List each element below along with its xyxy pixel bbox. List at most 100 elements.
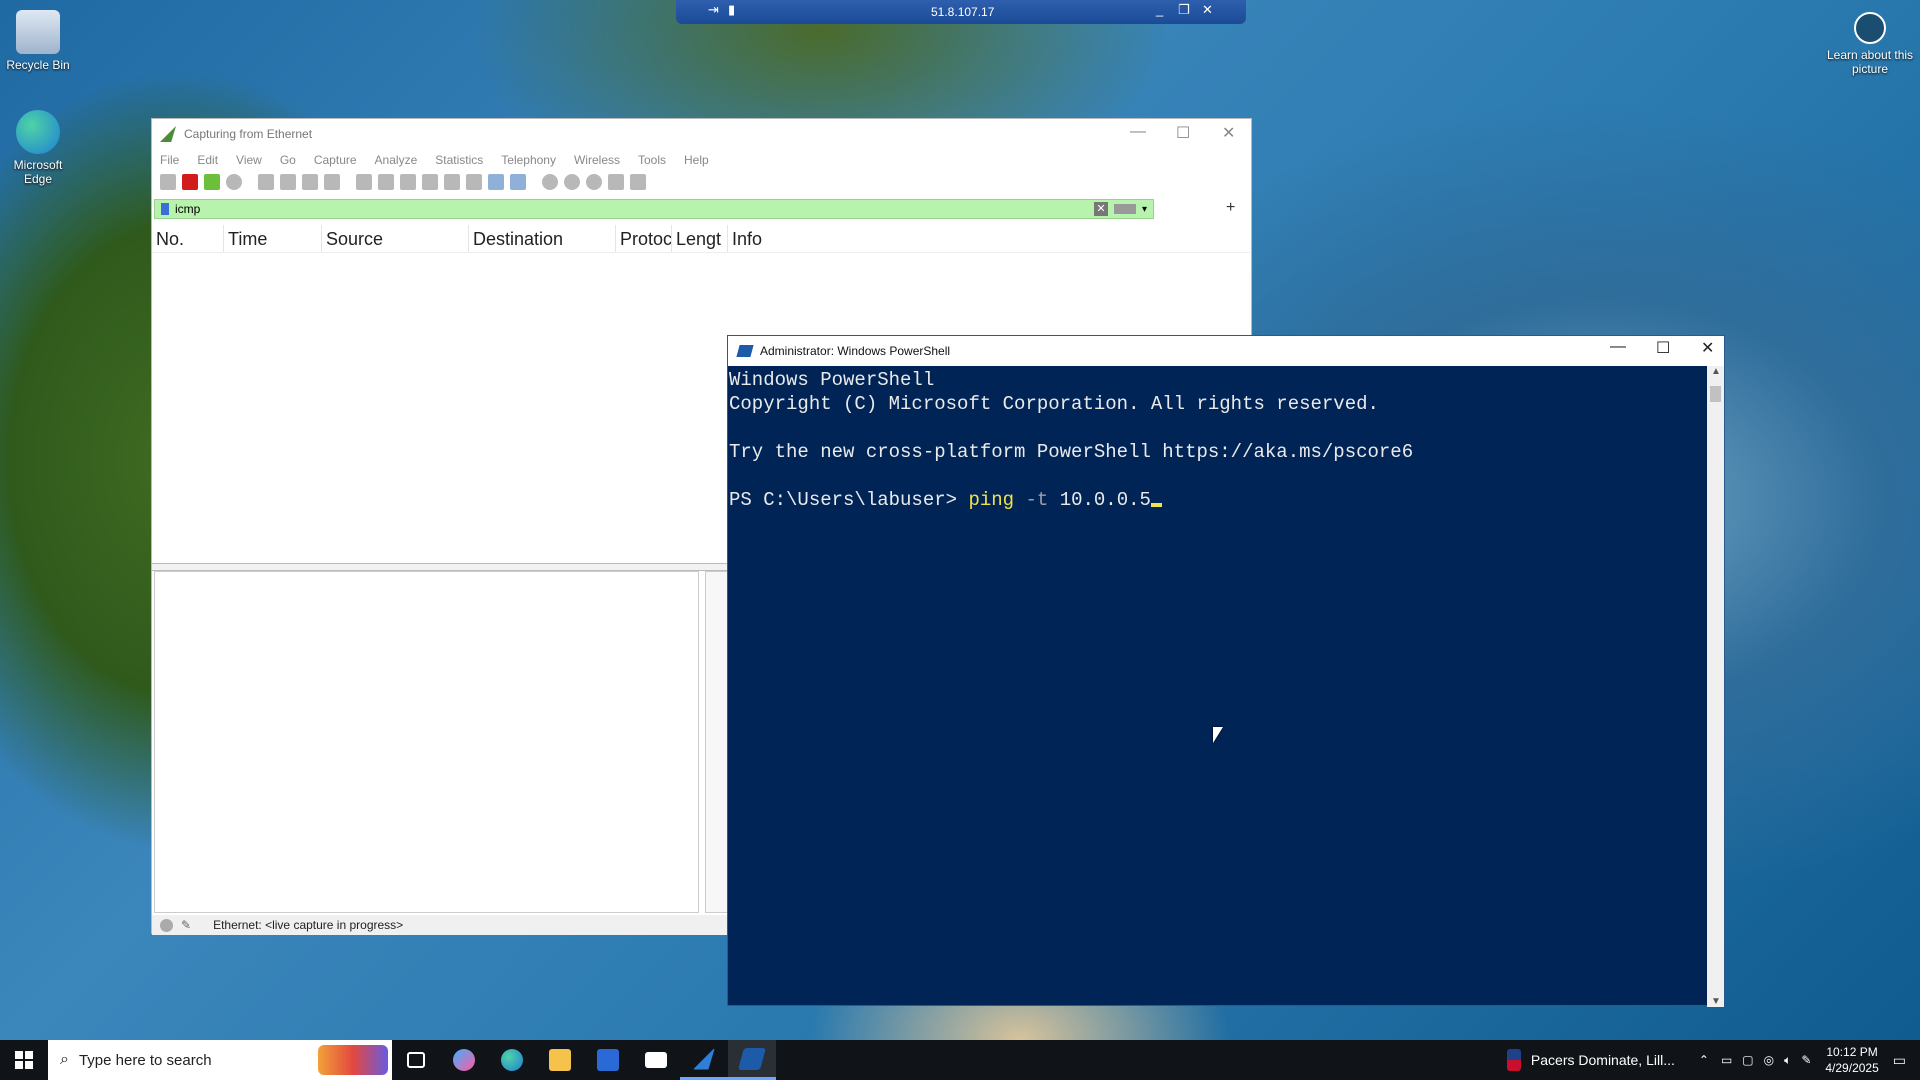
menu-tools[interactable]: Tools — [638, 149, 666, 171]
desktop-icon-recycle-bin[interactable]: Recycle Bin — [0, 10, 76, 72]
packet-details-pane[interactable] — [154, 571, 699, 913]
taskbar-search-box[interactable]: ⌕ Type here to search — [48, 1040, 392, 1080]
expert-info-icon[interactable] — [160, 918, 173, 932]
close-file-icon[interactable] — [302, 174, 318, 190]
minimize-button[interactable]: — — [1610, 338, 1626, 356]
menu-telephony[interactable]: Telephony — [501, 149, 556, 171]
mail-button[interactable] — [632, 1040, 680, 1080]
edge-icon — [16, 110, 60, 154]
column-protocol[interactable]: Protoc — [616, 225, 672, 252]
last-packet-icon[interactable] — [466, 174, 482, 190]
desktop-icon-label: Recycle Bin — [6, 58, 70, 72]
wireshark-fin-icon — [693, 1047, 715, 1070]
reload-file-icon[interactable] — [324, 174, 340, 190]
rdp-close-button[interactable]: ✕ — [1202, 2, 1213, 18]
scroll-down-icon[interactable]: ▼ — [1711, 996, 1721, 1007]
restart-capture-icon[interactable] — [204, 174, 220, 190]
menu-wireless[interactable]: Wireless — [574, 149, 620, 171]
column-source[interactable]: Source — [322, 225, 469, 252]
close-button[interactable]: ✕ — [1701, 338, 1714, 358]
learn-about-picture[interactable]: Learn about this picture — [1822, 12, 1918, 76]
store-button[interactable] — [584, 1040, 632, 1080]
menu-go[interactable]: Go — [280, 149, 296, 171]
news-widget[interactable]: Pacers Dominate, Lill... — [1531, 1052, 1675, 1068]
column-destination[interactable]: Destination — [469, 225, 616, 252]
capture-options-icon[interactable] — [226, 174, 242, 190]
camera-info-icon — [1854, 12, 1886, 44]
open-file-icon[interactable] — [258, 174, 274, 190]
display-filter-bar[interactable]: icmp ✕ ▾ — [154, 199, 1154, 219]
menu-edit[interactable]: Edit — [197, 149, 218, 171]
powershell-icon — [738, 1047, 766, 1070]
search-highlight-icon[interactable] — [318, 1045, 388, 1075]
autoscroll-icon[interactable] — [488, 174, 504, 190]
stop-capture-icon[interactable] — [182, 174, 198, 190]
file-explorer-button[interactable] — [536, 1040, 584, 1080]
task-view-button[interactable] — [392, 1040, 440, 1080]
column-info[interactable]: Info — [728, 225, 1250, 252]
wireshark-title: Capturing from Ethernet — [184, 127, 313, 141]
signal-icon: ▮ — [728, 2, 736, 17]
minimize-button[interactable]: — — [1130, 123, 1146, 141]
console-output[interactable]: Windows PowerShell Copyright (C) Microso… — [728, 366, 1708, 1007]
first-packet-icon[interactable] — [444, 174, 460, 190]
zoom-reset-icon[interactable] — [586, 174, 602, 190]
volume-icon[interactable]: 🔈︎ — [1784, 1053, 1791, 1068]
find-packet-icon[interactable] — [356, 174, 372, 190]
copilot-button[interactable] — [440, 1040, 488, 1080]
clear-filter-icon[interactable]: ✕ — [1093, 202, 1108, 216]
notification-icon[interactable]: ▭ — [1893, 1052, 1906, 1069]
menu-view[interactable]: View — [236, 149, 262, 171]
network-icon[interactable]: ▭ — [1721, 1053, 1732, 1067]
edit-comment-icon[interactable]: ✎ — [181, 918, 191, 932]
go-to-packet-icon[interactable] — [422, 174, 438, 190]
wireshark-toolbar — [152, 171, 1251, 193]
start-button[interactable] — [0, 1040, 48, 1080]
close-button[interactable]: ✕ — [1222, 123, 1235, 143]
menu-analyze[interactable]: Analyze — [375, 149, 418, 171]
wireshark-titlebar[interactable]: Capturing from Ethernet — [152, 119, 1251, 149]
layout-icon[interactable] — [630, 174, 646, 190]
chevron-up-icon[interactable]: ⌃ — [1699, 1053, 1709, 1067]
maximize-button[interactable]: ☐ — [1656, 338, 1670, 358]
resize-columns-icon[interactable] — [608, 174, 624, 190]
powershell-taskbar-button[interactable] — [728, 1040, 776, 1080]
powershell-icon — [736, 345, 754, 357]
start-capture-icon[interactable] — [160, 174, 176, 190]
scroll-up-icon[interactable]: ▲ — [1711, 366, 1721, 377]
scroll-thumb[interactable] — [1710, 386, 1721, 402]
clock[interactable]: 10:12 PM 4/29/2025 — [1825, 1044, 1878, 1076]
column-no[interactable]: No. — [152, 225, 224, 252]
location-icon[interactable]: ◎ — [1764, 1053, 1774, 1067]
menu-statistics[interactable]: Statistics — [435, 149, 483, 171]
powershell-titlebar[interactable]: Administrator: Windows PowerShell — [728, 336, 1724, 366]
go-forward-icon[interactable] — [400, 174, 416, 190]
news-icon[interactable] — [1506, 1049, 1521, 1071]
zoom-in-icon[interactable] — [542, 174, 558, 190]
column-length[interactable]: Lengt — [672, 225, 728, 252]
pen-icon[interactable]: ✎ — [1801, 1053, 1811, 1067]
rdp-minimize-button[interactable]: _ — [1156, 2, 1163, 17]
menu-capture[interactable]: Capture — [314, 149, 357, 171]
display-icon[interactable]: ▢ — [1742, 1053, 1753, 1067]
menu-help[interactable]: Help — [684, 149, 709, 171]
vertical-scrollbar[interactable]: ▲ ▼ — [1707, 366, 1724, 1007]
desktop-icon-microsoft-edge[interactable]: Microsoft Edge — [0, 110, 76, 186]
zoom-out-icon[interactable] — [564, 174, 580, 190]
apply-filter-icon[interactable] — [1113, 204, 1136, 214]
bookmark-icon[interactable] — [161, 203, 169, 215]
colorize-icon[interactable] — [510, 174, 526, 190]
save-file-icon[interactable] — [280, 174, 296, 190]
rdp-restore-button[interactable]: ❐ — [1178, 2, 1190, 18]
display-filter-input[interactable]: icmp — [175, 202, 1094, 216]
filter-dropdown-icon[interactable]: ▾ — [1142, 204, 1147, 215]
menu-file[interactable]: File — [160, 149, 179, 171]
powershell-window: Administrator: Windows PowerShell — ☐ ✕ … — [727, 335, 1725, 1007]
wireshark-taskbar-button[interactable] — [680, 1040, 728, 1080]
edge-taskbar-button[interactable] — [488, 1040, 536, 1080]
column-time[interactable]: Time — [224, 225, 322, 252]
pin-icon[interactable]: ⇥ — [708, 2, 719, 18]
go-back-icon[interactable] — [378, 174, 394, 190]
maximize-button[interactable]: ☐ — [1176, 123, 1190, 143]
add-filter-button[interactable]: + — [1226, 199, 1235, 217]
